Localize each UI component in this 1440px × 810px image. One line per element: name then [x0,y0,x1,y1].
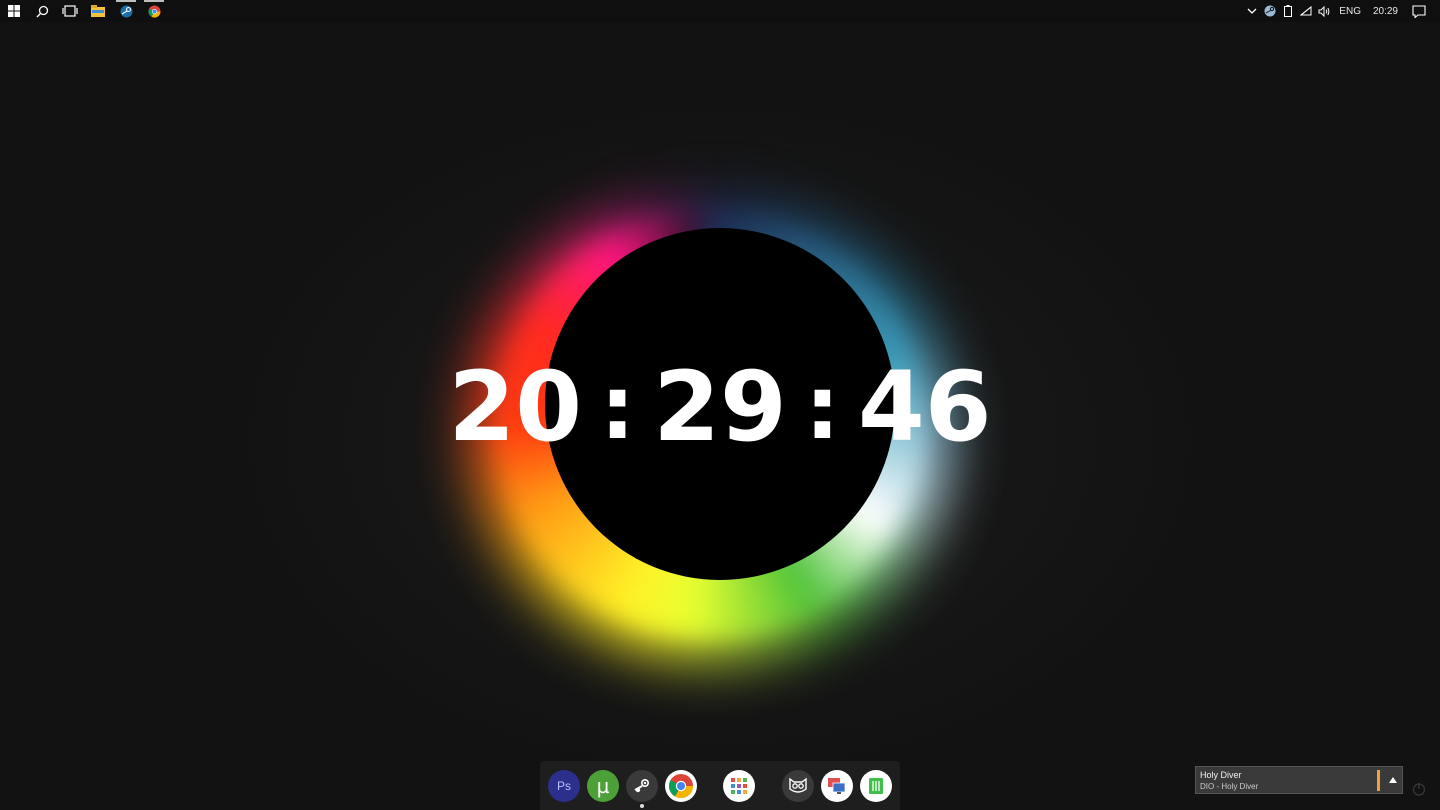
clock-minutes: 29 [653,351,787,463]
chrome-icon[interactable] [140,0,168,22]
steam-dock-icon[interactable] [626,770,658,802]
clock-separator: : [804,355,840,459]
file-explorer-icon[interactable] [84,0,112,22]
clock-seconds: 46 [858,351,992,463]
utorrent-icon[interactable]: µ [587,770,619,802]
clock-separator: : [600,355,636,459]
wifi-icon[interactable] [1297,0,1315,22]
photoshop-label: Ps [556,779,571,793]
green-app-icon[interactable] [860,770,892,802]
photoshop-icon[interactable]: Ps [548,770,580,802]
volume-icon[interactable] [1315,0,1333,22]
running-indicator [640,804,644,808]
track-artist: DIO - Holy Diver [1200,782,1259,791]
desktop-clock: 20 : 29 : 46 [448,351,991,463]
system-tray: ENG 20:29 [1243,0,1440,22]
windows-start-icon[interactable] [0,0,28,22]
app-grid-icon[interactable] [723,770,755,802]
remote-desktop-icon[interactable] [821,770,853,802]
tray-clock[interactable]: 20:29 [1367,6,1404,17]
steam-tray-icon[interactable] [1261,0,1279,22]
power-icon[interactable] [1412,782,1426,796]
language-indicator[interactable]: ENG [1333,6,1367,17]
action-center-icon[interactable] [1404,0,1434,22]
clock-hours: 20 [448,351,582,463]
steam-icon[interactable] [112,0,140,22]
owl-icon[interactable] [782,770,814,802]
battery-icon[interactable] [1279,0,1297,22]
taskbar-left [0,0,168,22]
chrome-dock-icon[interactable] [665,770,697,802]
chevron-up-icon[interactable] [1243,0,1261,22]
volume-bar[interactable] [1377,770,1380,791]
now-playing-widget[interactable]: Holy Diver DIO - Holy Diver [1195,766,1403,794]
utorrent-label: µ [596,774,610,798]
taskbar: ENG 20:29 [0,0,1440,22]
expand-up-icon[interactable] [1386,771,1400,789]
task-view-icon[interactable] [56,0,84,22]
search-icon[interactable] [28,0,56,22]
track-title: Holy Diver [1200,770,1242,780]
